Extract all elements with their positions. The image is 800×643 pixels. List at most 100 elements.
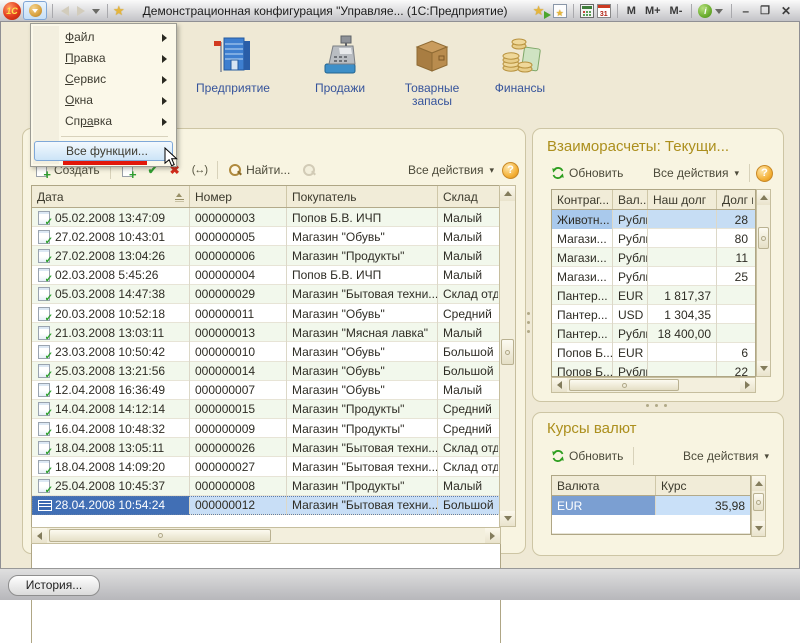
scroll-right-button[interactable] bbox=[485, 528, 500, 543]
scroll-down-button[interactable] bbox=[500, 511, 515, 526]
back-button[interactable] bbox=[58, 3, 72, 19]
all-actions-button[interactable]: Все действия bbox=[679, 447, 773, 465]
main-menu-button[interactable] bbox=[23, 1, 47, 20]
scroll-down-button[interactable] bbox=[757, 361, 770, 376]
menu-item[interactable]: Сервис bbox=[31, 69, 176, 90]
scrollbar-track[interactable] bbox=[500, 201, 515, 511]
all-actions-button[interactable]: Все действия bbox=[404, 161, 498, 179]
column-header-our-debt[interactable]: Наш долг bbox=[648, 190, 717, 209]
find-button[interactable]: Найти... bbox=[224, 161, 294, 179]
table-row[interactable]: Животн... Рубли 28 bbox=[552, 210, 755, 229]
table-row[interactable]: 25.03.2008 13:21:56 000000014 Магазин "О… bbox=[32, 362, 500, 381]
fit-width-button[interactable]: (↔) bbox=[188, 162, 211, 178]
memory-plus-button[interactable]: M+ bbox=[642, 5, 664, 17]
info-button[interactable]: i bbox=[698, 3, 725, 19]
column-header-warehouse[interactable]: Склад bbox=[438, 186, 498, 207]
table-row[interactable]: Пантер... Рубли 18 400,00 bbox=[552, 324, 755, 343]
table-row[interactable]: Магази... Рубли 80 bbox=[552, 229, 755, 248]
section-enterprise[interactable]: Предприятие bbox=[183, 32, 283, 95]
history-button[interactable]: История... bbox=[8, 575, 100, 596]
scrollbar-track[interactable] bbox=[752, 491, 765, 521]
scrollbar-thumb[interactable] bbox=[501, 339, 514, 365]
table-row[interactable]: 02.03.2008 5:45:26 000000004 Попов Б.В. … bbox=[32, 266, 500, 285]
refresh-button[interactable]: Обновить bbox=[547, 164, 627, 182]
table-row[interactable]: 27.02.2008 13:04:26 000000006 Магазин "П… bbox=[32, 246, 500, 265]
section-finance[interactable]: Финансы bbox=[477, 32, 563, 95]
table-row[interactable]: Магази... Рубли 11 bbox=[552, 248, 755, 267]
table-row[interactable]: Попов Б... EUR 6 bbox=[552, 343, 755, 362]
table-row[interactable]: 05.02.2008 13:47:09 000000003 Попов Б.В.… bbox=[32, 208, 500, 227]
column-header-rate[interactable]: Курс bbox=[656, 476, 750, 495]
vertical-scrollbar[interactable] bbox=[756, 189, 771, 377]
column-header-their-debt[interactable]: Долг н bbox=[717, 190, 753, 209]
table-row[interactable]: 12.04.2008 16:36:49 000000007 Магазин "О… bbox=[32, 381, 500, 400]
table-row[interactable]: 28.04.2008 10:54:24 000000012 Магазин "Б… bbox=[32, 496, 500, 515]
horizontal-scrollbar[interactable] bbox=[551, 377, 756, 393]
calculator-button[interactable] bbox=[580, 4, 594, 18]
scrollbar-track[interactable] bbox=[567, 378, 740, 392]
table-row[interactable]: 23.03.2008 10:50:42 000000010 Магазин "О… bbox=[32, 342, 500, 361]
open-favorites-button[interactable]: ★ bbox=[553, 4, 567, 18]
column-header-number[interactable]: Номер bbox=[190, 186, 287, 207]
table-row[interactable]: Попов Б... Рубли 22 bbox=[552, 362, 755, 376]
help-button[interactable]: ? bbox=[756, 165, 773, 182]
scrollbar-thumb[interactable] bbox=[758, 227, 769, 249]
scrollbar-thumb[interactable] bbox=[569, 379, 679, 391]
close-button[interactable]: ✕ bbox=[777, 3, 795, 19]
minimize-button[interactable]: – bbox=[738, 3, 753, 19]
scroll-up-button[interactable] bbox=[752, 476, 765, 491]
scrollbar-track[interactable] bbox=[757, 205, 770, 361]
menu-item[interactable]: Окна bbox=[31, 90, 176, 111]
menu-item[interactable]: Файл bbox=[31, 27, 176, 48]
menu-item[interactable]: Правка bbox=[31, 48, 176, 69]
calendar-button[interactable]: 31 bbox=[597, 4, 611, 18]
menu-item-all-functions[interactable]: Все функции... bbox=[34, 141, 173, 161]
memory-recall-button[interactable]: M bbox=[624, 5, 639, 17]
scrollbar-thumb[interactable] bbox=[49, 529, 271, 542]
maximize-button[interactable]: ❐ bbox=[756, 3, 774, 19]
scroll-up-button[interactable] bbox=[500, 186, 515, 201]
section-sales[interactable]: Продажи bbox=[295, 32, 385, 95]
column-header-buyer[interactable]: Покупатель bbox=[287, 186, 438, 207]
table-row[interactable]: 18.04.2008 14:09:20 000000027 Магазин "Б… bbox=[32, 457, 500, 476]
menu-item[interactable]: Справка bbox=[31, 111, 176, 132]
table-row[interactable]: 18.04.2008 13:05:11 000000026 Магазин "Б… bbox=[32, 438, 500, 457]
favorites-star-icon[interactable]: ★ bbox=[113, 3, 125, 19]
scroll-left-button[interactable] bbox=[552, 378, 567, 392]
add-to-favorites-button[interactable]: ★ bbox=[533, 3, 550, 19]
scroll-up-button[interactable] bbox=[757, 190, 770, 205]
memory-minus-button[interactable]: M- bbox=[667, 5, 686, 17]
vertical-scrollbar[interactable] bbox=[751, 475, 766, 537]
table-row[interactable]: Магази... Рубли 25 bbox=[552, 267, 755, 286]
column-header-currency[interactable]: Валюта bbox=[552, 476, 656, 495]
table-row[interactable]: 05.03.2008 14:47:38 000000029 Магазин "Б… bbox=[32, 285, 500, 304]
table-row[interactable]: 27.02.2008 10:43:01 000000005 Магазин "О… bbox=[32, 227, 500, 246]
scroll-left-button[interactable] bbox=[32, 528, 47, 543]
section-inventory[interactable]: Товарные запасы bbox=[387, 32, 477, 108]
horizontal-splitter[interactable] bbox=[646, 404, 667, 407]
clear-find-button[interactable] bbox=[298, 161, 320, 179]
help-button[interactable]: ? bbox=[502, 162, 519, 179]
scrollbar-track[interactable] bbox=[47, 528, 485, 543]
scrollbar-thumb[interactable] bbox=[753, 493, 764, 511]
table-row[interactable]: 20.03.2008 10:52:18 000000011 Магазин "О… bbox=[32, 304, 500, 323]
scroll-right-button[interactable] bbox=[740, 378, 755, 392]
table-row[interactable]: Пантер... EUR 1 817,37 bbox=[552, 286, 755, 305]
history-dropdown-button[interactable] bbox=[90, 3, 102, 19]
vertical-splitter[interactable] bbox=[527, 312, 530, 339]
column-header-currency[interactable]: Вал... bbox=[613, 190, 648, 209]
horizontal-scrollbar[interactable] bbox=[31, 527, 501, 544]
vertical-scrollbar[interactable] bbox=[499, 185, 516, 527]
table-row[interactable]: 25.04.2008 10:45:37 000000008 Магазин "П… bbox=[32, 477, 500, 496]
table-row[interactable]: Пантер... USD 1 304,35 bbox=[552, 305, 755, 324]
table-row[interactable]: 21.03.2008 13:03:11 000000013 Магазин "М… bbox=[32, 323, 500, 342]
table-row[interactable]: 14.04.2008 14:12:14 000000015 Магазин "П… bbox=[32, 400, 500, 419]
table-row[interactable]: EUR 35,98 bbox=[552, 496, 750, 515]
all-actions-button[interactable]: Все действия bbox=[649, 164, 743, 182]
column-header-contractor[interactable]: Контраг... bbox=[552, 190, 613, 209]
forward-button[interactable] bbox=[74, 3, 88, 19]
column-header-date[interactable]: Дата bbox=[32, 186, 190, 207]
scroll-down-button[interactable] bbox=[752, 521, 765, 536]
table-row[interactable]: 16.04.2008 10:48:32 000000009 Магазин "П… bbox=[32, 419, 500, 438]
refresh-button[interactable]: Обновить bbox=[547, 447, 627, 465]
